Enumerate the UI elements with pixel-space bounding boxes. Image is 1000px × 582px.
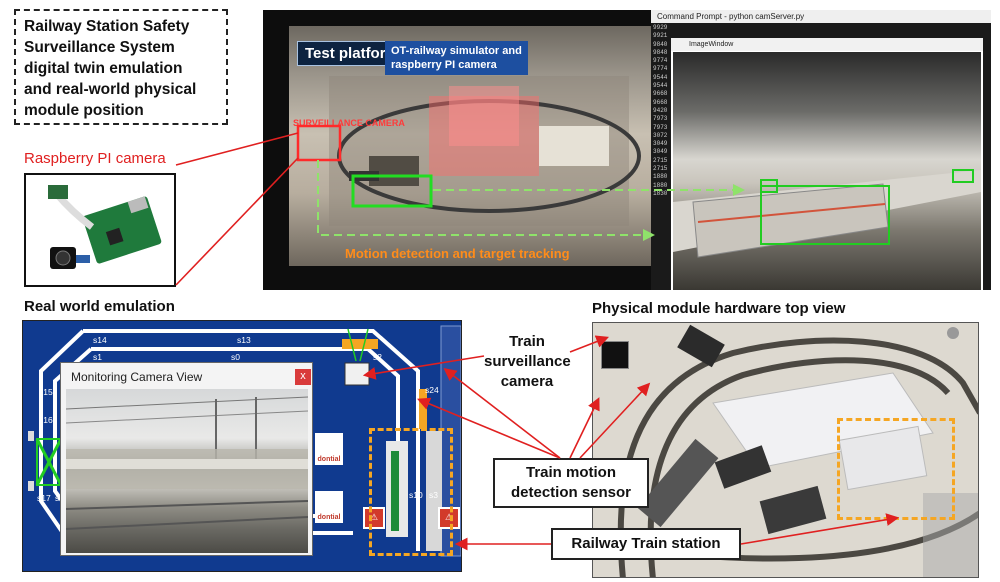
building-text: dontial (317, 514, 341, 521)
station-building: dontial (315, 491, 343, 523)
monitoring-camera-window: Monitoring Camera View x (60, 362, 313, 556)
station-region-physical (837, 418, 955, 520)
callout-line: surveillance (484, 353, 571, 370)
track-label: s2 (373, 352, 382, 362)
track-label: s0 (231, 352, 240, 362)
track-label: s17 (37, 493, 51, 503)
station-building: dontial (315, 433, 343, 465)
train-surveillance-camera-label: Train surveillance camera (484, 332, 571, 392)
track-label: s15 (39, 387, 53, 397)
track-label: s13 (237, 335, 251, 345)
train-photo (65, 396, 309, 530)
monitoring-camera-title: Monitoring Camera View (71, 370, 203, 384)
building-text: dontial (317, 456, 341, 463)
surveillance-camera-icon (601, 341, 629, 369)
physical-module-title: Physical module hardware top view (592, 300, 846, 317)
callout-line: camera (500, 373, 554, 390)
callout-line: detection sensor (510, 484, 632, 501)
real-world-title: Real world emulation (24, 298, 175, 315)
motion-sensor-label: Train motion detection sensor (493, 458, 649, 508)
track-label: s14 (93, 335, 107, 345)
track-label: s16 (39, 415, 53, 425)
callout-line: Train (509, 333, 545, 350)
station-region-emulation (369, 428, 453, 556)
track-label: s1 (93, 352, 102, 362)
railway-station-label: Railway Train station (551, 528, 741, 560)
close-button[interactable]: x (295, 369, 311, 385)
monitoring-camera-feed (65, 389, 309, 553)
track-label: s24 (425, 385, 439, 395)
callout-line: Train motion (526, 464, 616, 481)
